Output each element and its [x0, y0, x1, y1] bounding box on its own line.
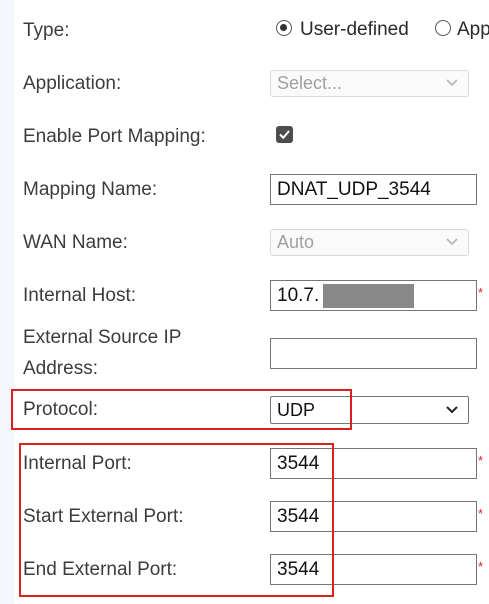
enable-port-mapping-checkbox[interactable] — [276, 126, 293, 143]
external-source-ip-label-line2: Address: — [23, 358, 98, 379]
application-select-placeholder: Select... — [277, 73, 343, 93]
internal-host-required-mark: * — [478, 285, 484, 300]
type-label: Type: — [23, 20, 70, 41]
mapping-name-input[interactable]: DNAT_UDP_3544 — [270, 174, 477, 205]
protocol-highlight-box — [11, 389, 352, 430]
mapping-name-label: Mapping Name: — [23, 179, 158, 200]
application-select[interactable]: Select... — [270, 70, 469, 97]
external-source-ip-input[interactable] — [270, 338, 477, 369]
wan-name-select-value: Auto — [277, 232, 315, 252]
internal-port-required-mark: * — [478, 453, 484, 468]
redaction-mask — [323, 284, 414, 308]
application-label: Application: — [23, 73, 122, 94]
enable-port-mapping-label: Enable Port Mapping: — [23, 126, 206, 147]
internal-host-label: Internal Host: — [23, 285, 136, 306]
start-external-port-required-mark: * — [478, 506, 484, 521]
chevron-down-icon — [446, 238, 458, 246]
radio-app[interactable] — [435, 20, 451, 36]
radio-user-defined-label[interactable]: User-defined — [300, 14, 409, 45]
radio-app-label[interactable]: App — [457, 14, 489, 45]
radio-selected-dot — [280, 24, 287, 31]
chevron-down-icon — [446, 79, 458, 87]
chevron-down-icon — [446, 406, 458, 414]
external-source-ip-label-line1: External Source IP — [23, 327, 182, 348]
end-external-port-required-mark: * — [478, 559, 484, 574]
radio-user-defined[interactable] — [276, 20, 292, 36]
wan-name-select[interactable]: Auto — [270, 229, 469, 256]
ports-highlight-box — [19, 443, 334, 597]
wan-name-label: WAN Name: — [23, 232, 128, 253]
checkmark-icon — [279, 130, 290, 140]
